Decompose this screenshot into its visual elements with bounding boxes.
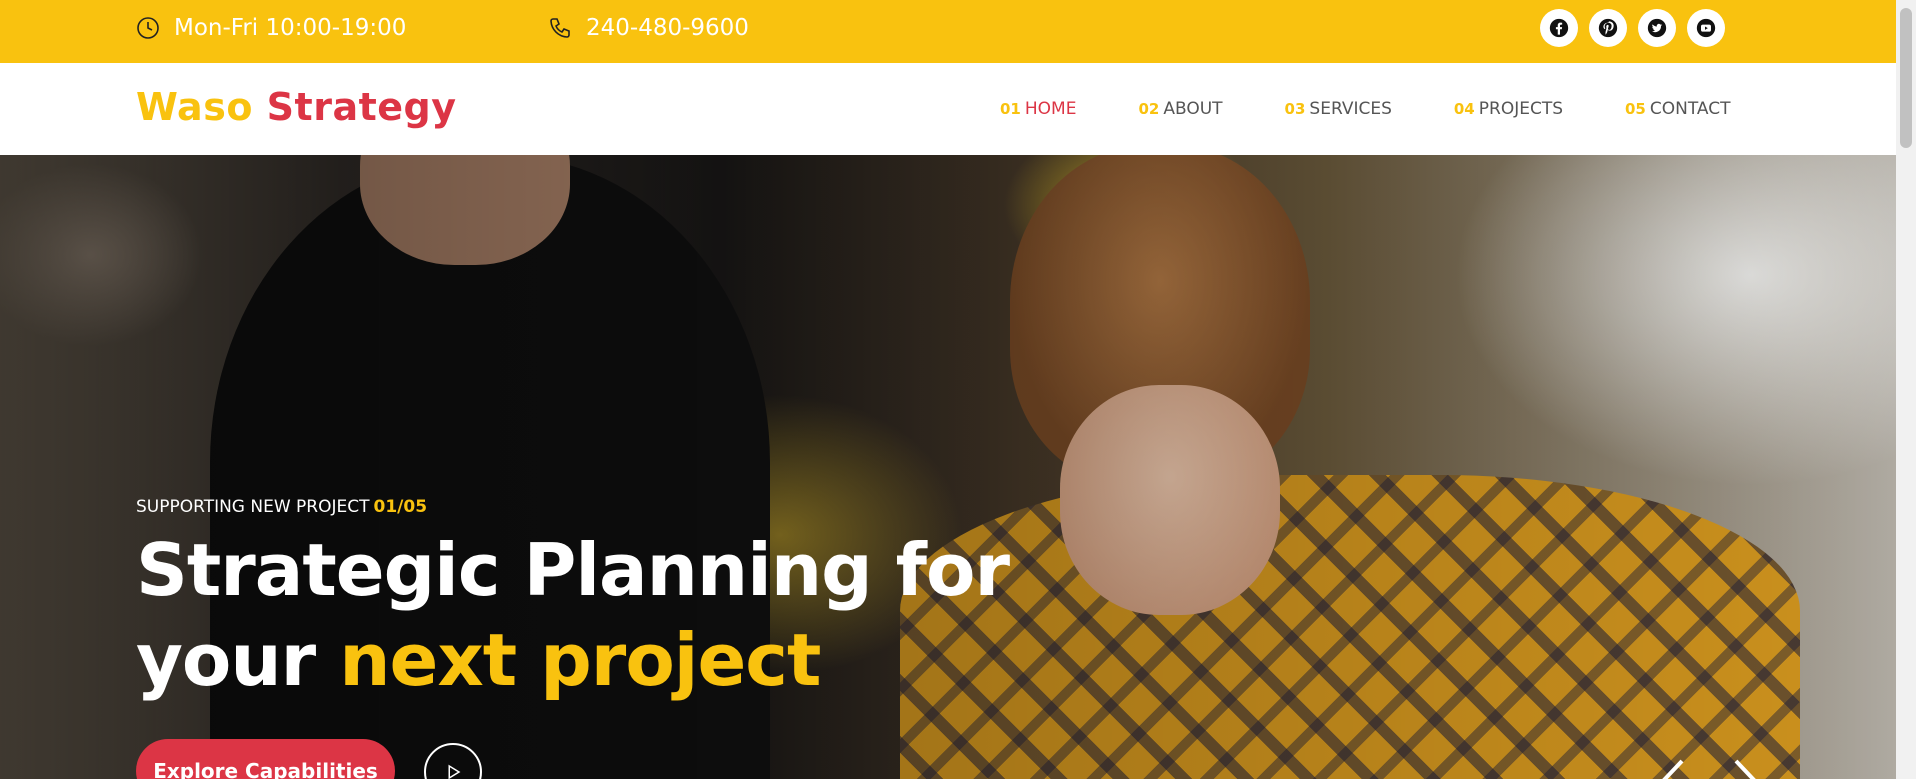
facebook-link[interactable] [1540, 9, 1578, 47]
youtube-icon [1696, 18, 1716, 38]
nav-label[interactable]: PROJECTS [1479, 99, 1563, 119]
logo-part-strategy[interactable]: Strategy [267, 85, 457, 129]
business-hours: Mon-Fri 10:00-19:00 [136, 0, 406, 56]
youtube-link[interactable] [1687, 9, 1725, 47]
business-hours-text: Mon-Fri 10:00-19:00 [174, 15, 407, 41]
site-logo[interactable]: Waso Strategy [136, 85, 457, 129]
page-scrollbar[interactable] [1896, 0, 1916, 779]
pinterest-icon [1598, 18, 1618, 38]
nav-number: 04 [1453, 100, 1475, 118]
twitter-link[interactable] [1638, 9, 1676, 47]
hero-title-line2: your [136, 618, 316, 702]
nav-label[interactable]: CONTACT [1650, 99, 1731, 119]
nav-number: 01 [1000, 100, 1021, 118]
nav-label[interactable]: HOME [1025, 99, 1077, 119]
phone-icon [550, 18, 570, 38]
top-bar: Mon-Fri 10:00-19:00 240-480-9600 [0, 0, 1896, 63]
logo-part-waso[interactable]: Waso [136, 85, 253, 129]
nav-item-about[interactable]: 02 ABOUT [1138, 99, 1222, 119]
clock-icon [137, 17, 159, 39]
slider-next-arrow[interactable] [1720, 755, 1770, 779]
nav-number: 05 [1625, 100, 1646, 118]
twitter-icon [1647, 18, 1667, 38]
facebook-icon [1549, 18, 1569, 38]
nav-number: 03 [1284, 100, 1306, 118]
site-header: Waso Strategy 01 HOME 02 ABOUT 03 SERVICES … [0, 63, 1896, 155]
hero-subtitle-text: SUPPORTING NEW PROJECT [136, 497, 370, 517]
phone-number-text[interactable]: 240-480-9600 [586, 15, 749, 41]
nav-item-services[interactable]: 03 SERVICES [1285, 99, 1392, 119]
hero-title-highlight: next project [339, 618, 821, 702]
phone-number[interactable]: 240-480-9600 [548, 0, 749, 56]
nav-label[interactable]: ABOUT [1163, 99, 1222, 119]
social-links [1540, 9, 1725, 47]
scrollbar-thumb[interactable] [1900, 8, 1912, 148]
explore-capabilities-button[interactable]: Explore Capabilities [136, 739, 395, 779]
nav-item-contact[interactable]: 05 CONTACT [1625, 99, 1731, 119]
nav-label[interactable]: SERVICES [1309, 99, 1391, 119]
hero-subtitle: SUPPORTING NEW PROJECT 01/05 [136, 497, 427, 517]
nav-number: 02 [1138, 100, 1160, 118]
main-nav: 01 HOME 02 ABOUT 03 SERVICES 04 PROJECTS 05 C… [1000, 63, 1793, 155]
hero-slider: SUPPORTING NEW PROJECT 01/05 Strategic Pl… [0, 155, 1896, 779]
nav-item-projects[interactable]: 04 PROJECTS [1454, 99, 1563, 119]
hero-title: Strategic Planning for your next project [136, 525, 1010, 705]
hero-title-line1: Strategic Planning for [136, 528, 1010, 612]
pinterest-link[interactable] [1589, 9, 1627, 47]
play-icon [448, 764, 461, 779]
slide-counter: 01/05 [373, 497, 428, 517]
slider-prev-arrow[interactable] [1648, 755, 1698, 779]
nav-item-home[interactable]: 01 HOME [1000, 99, 1076, 119]
